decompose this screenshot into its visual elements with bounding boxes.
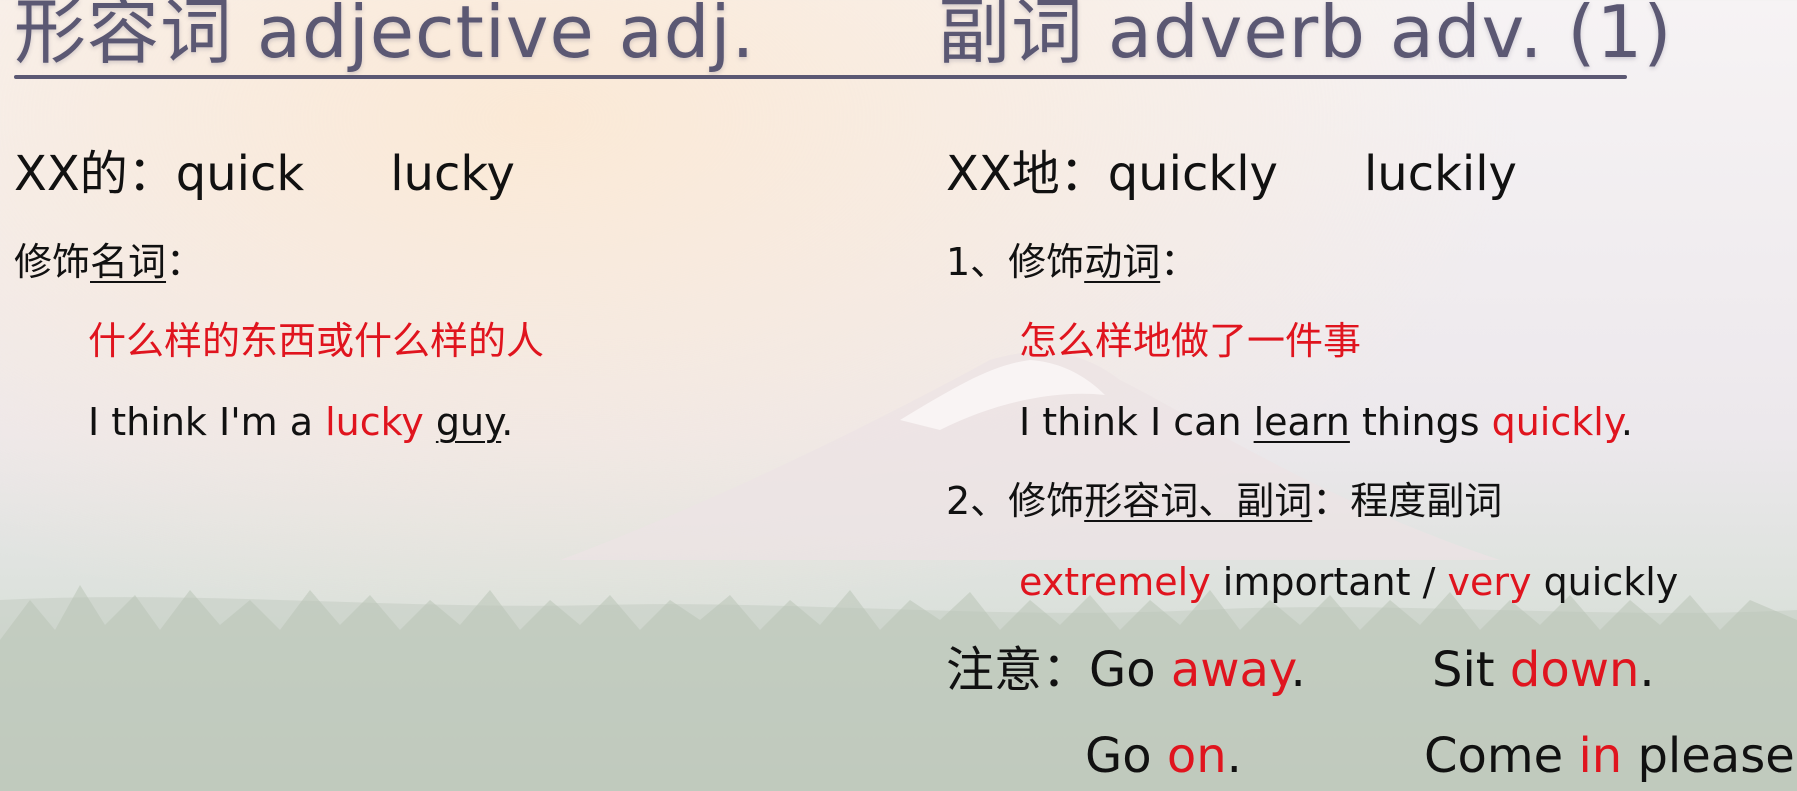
adjective-explanation: 什么样的东西或什么样的人 <box>88 319 545 363</box>
adverb-rule2-example-end: quickly <box>1531 560 1679 604</box>
phrase-verb: Sit <box>1432 642 1510 698</box>
phrase-end: please. <box>1622 728 1797 784</box>
phrase-verb: Come <box>1424 728 1579 784</box>
adjective-example-sentence: I think I'm a lucky guy. <box>88 403 513 441</box>
adverb-rule1-example-mid: things <box>1349 400 1492 444</box>
note-label: 注意： <box>946 642 1091 698</box>
adjective-example-noun: guy <box>435 400 502 444</box>
phrase-adverb: in <box>1578 728 1623 784</box>
adverb-rule2-line: 2、修饰形容词、副词：程度副词 <box>946 482 1502 520</box>
phrase-verb: Go <box>1085 728 1167 784</box>
adverb-rule2-example-adv1: extremely <box>1019 560 1211 604</box>
mountain-shape <box>560 351 1500 560</box>
adjective-example-pre: I think I'm a <box>88 400 326 444</box>
adjective-modify-prefix: 修饰 <box>14 240 91 284</box>
phrase-verb: Go <box>1089 642 1171 698</box>
adverb-rule2-prefix: 2、修饰 <box>946 479 1085 523</box>
adverb-rule2-example-mid: important / <box>1210 560 1448 604</box>
note-phrase: Sit down. <box>1432 646 1655 694</box>
adverb-rule1-example: I think I can learn things quickly. <box>1019 403 1633 441</box>
adverb-meaning-prefix: XX地： <box>946 146 1108 202</box>
adverb-rule2-example: extremely important / very quickly <box>1019 563 1678 601</box>
note-phrase: Go on. <box>1085 732 1242 780</box>
adjective-meaning-line: XX的：quick lucky <box>14 150 515 198</box>
phrase-adverb: down <box>1509 642 1640 698</box>
adverb-word-quickly: quickly <box>1107 146 1278 202</box>
adjective-word-lucky: lucky <box>390 146 515 202</box>
adverb-word-luckily: luckily <box>1363 146 1517 202</box>
adjective-word-quick: quick <box>175 146 305 202</box>
adjective-modify-suffix: ： <box>166 240 205 284</box>
adjective-modify-target: 名词 <box>90 240 167 284</box>
adverb-rule1-suffix: ： <box>1160 240 1199 284</box>
adverb-rule1-example-adv: quickly <box>1491 400 1621 444</box>
adverb-rule1-example-verb: learn <box>1253 400 1350 444</box>
title-underline <box>14 75 1627 79</box>
adjective-modify-line: 修饰名词： <box>14 243 204 281</box>
phrase-adverb: away <box>1170 642 1291 698</box>
adverb-rule2-target: 形容词、副词 <box>1084 479 1313 523</box>
adverb-rule1-line: 1、修饰动词： <box>946 243 1198 281</box>
adjective-example-end: . <box>501 400 514 444</box>
adjective-example-adj: lucky <box>325 400 424 444</box>
adverb-rule1-prefix: 1、修饰 <box>946 240 1085 284</box>
note-phrase: Go away. <box>1089 646 1306 694</box>
adverb-rule1-explanation: 怎么样地做了一件事 <box>1019 319 1362 363</box>
adverb-rule1-example-end: . <box>1620 400 1633 444</box>
adverb-rule2-example-adv2: very <box>1447 560 1532 604</box>
title-adverb: 副词 adverb adv. (1) <box>938 0 1673 74</box>
phrase-adverb: on <box>1166 728 1227 784</box>
note-phrase: Come in please. <box>1424 732 1797 780</box>
adverb-rule1-target: 动词 <box>1084 240 1161 284</box>
adverb-rule2-suffix: ：程度副词 <box>1312 479 1503 523</box>
adjective-example-space <box>424 400 436 444</box>
title-adjective: 形容词 adjective adj. <box>14 0 756 74</box>
adverb-meaning-line: XX地：quickly luckily <box>946 150 1517 198</box>
phrase-end: . <box>1290 642 1306 698</box>
phrase-end: . <box>1639 642 1655 698</box>
phrase-end: . <box>1226 728 1242 784</box>
adverb-rule1-example-pre: I think I can <box>1019 400 1254 444</box>
adjective-meaning-prefix: XX的： <box>14 146 176 202</box>
